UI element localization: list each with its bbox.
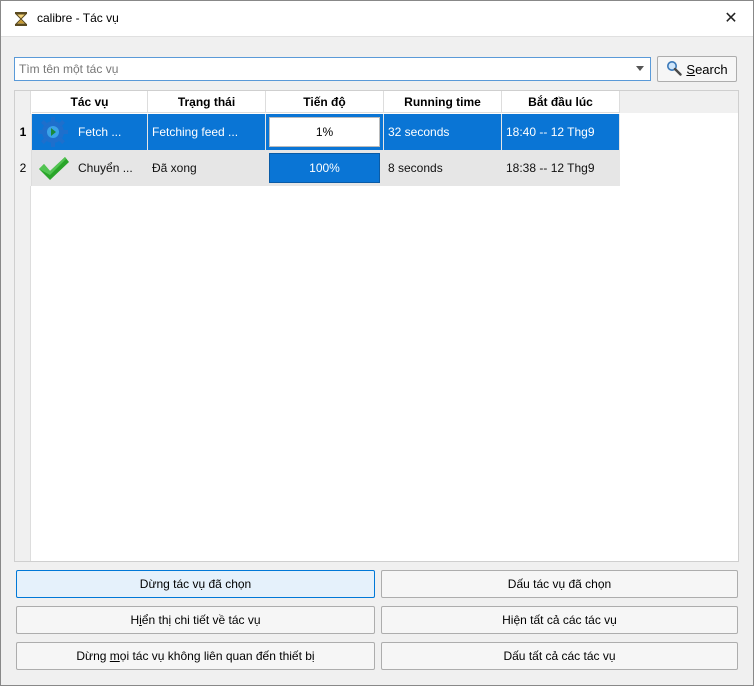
hourglass-icon [13,11,29,27]
search-button[interactable]: Search [657,56,737,82]
task-name-cell: Chuyển ... [32,150,148,186]
progress-label: 100% [309,161,340,175]
checkmark-icon [36,151,70,185]
title-bar: calibre - Tác vụ ✕ [1,1,753,37]
progress-bar: 1% [269,117,380,147]
row-number: 1 [15,114,32,150]
chevron-down-icon[interactable] [636,66,644,71]
progress-label: 1% [315,125,334,139]
task-name: Fetch ... [78,125,122,139]
progress-bar: 100% [269,153,380,183]
table-row[interactable]: 1 Fetch ... Fetching feed ... 1% 32 seco… [15,114,621,150]
running-time: 8 seconds [384,150,502,186]
running-time: 32 seconds [384,114,502,150]
stop-all-non-device-button[interactable]: Dừng mọi tác vụ không liên quan đến thiế… [16,642,375,670]
gear-icon [36,115,70,149]
hide-all-button[interactable]: Dấu tất cả các tác vụ [381,642,738,670]
column-header-start-time[interactable]: Bắt đầu lúc [502,91,620,113]
magnifier-icon [666,60,683,79]
task-name-cell: Fetch ... [32,114,148,150]
hide-selected-button[interactable]: Dấu tác vụ đã chọn [381,570,738,598]
show-details-label: Hiển thị chi tiết về tác vụ [130,613,261,627]
stop-all-label: Dừng mọi tác vụ không liên quan đến thiế… [76,649,315,663]
header-filler [620,91,738,113]
task-status: Fetching feed ... [148,114,266,150]
column-header-running-time[interactable]: Running time [384,91,502,113]
column-header-progress[interactable]: Tiến độ [266,91,384,113]
show-all-button[interactable]: Hiện tất cả các tác vụ [381,606,738,634]
search-combobox[interactable] [14,57,651,81]
close-icon[interactable]: ✕ [721,9,741,29]
start-time: 18:40 -- 12 Thg9 [502,114,620,150]
search-input[interactable] [15,58,627,80]
search-button-label: Search [686,61,728,77]
stop-selected-button[interactable]: Dừng tác vụ đã chọn [16,570,375,598]
column-header-task[interactable]: Tác vụ [32,91,148,113]
row-number: 2 [15,150,32,186]
progress-cell: 1% [266,114,384,150]
jobs-table[interactable]: Tác vụ Trạng thái Tiến độ Running time B… [14,90,739,562]
column-header-status[interactable]: Trạng thái [148,91,266,113]
task-name: Chuyển ... [78,161,133,175]
jobs-dialog: calibre - Tác vụ ✕ Search Tác vụ Trạng t… [0,0,754,686]
show-details-button[interactable]: Hiển thị chi tiết về tác vụ [16,606,375,634]
window-title: calibre - Tác vụ [37,11,119,25]
progress-cell: 100% [266,150,384,186]
task-status: Đã xong [148,150,266,186]
start-time: 18:38 -- 12 Thg9 [502,150,620,186]
table-row[interactable]: 2 Chuyển ... Đã xong 100% 8 seconds 18:3… [15,150,621,186]
